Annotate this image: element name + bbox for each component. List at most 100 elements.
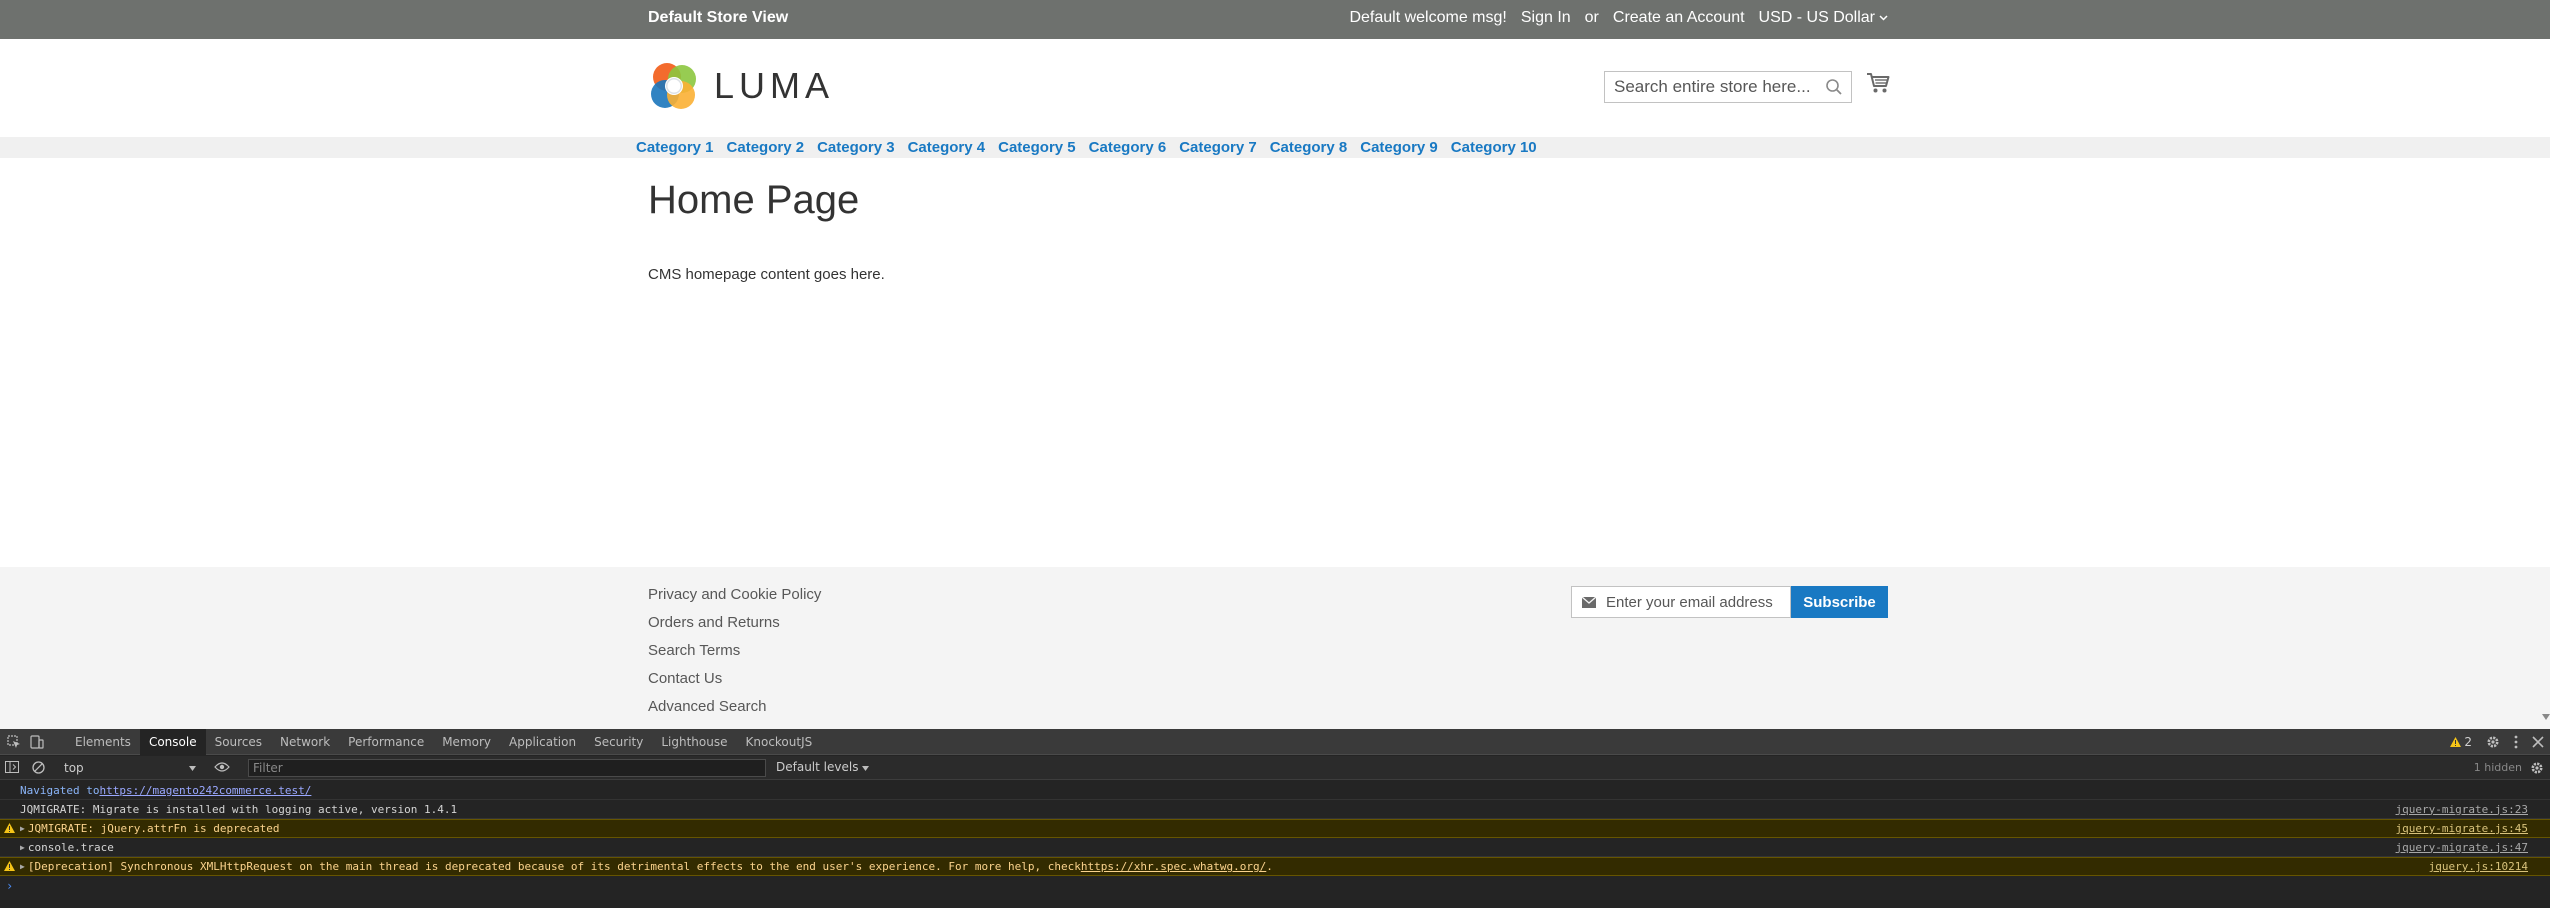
sidebar-toggle-icon[interactable] [5,761,19,773]
devtools-right-controls: 2 [2450,729,2544,755]
console-messages: Navigated to https://magento242commerce.… [0,781,2550,896]
page-scrollbar-arrow-icon[interactable] [2542,712,2550,722]
store-view-label: Default Store View [648,9,789,26]
log-levels-label: Default levels [776,760,859,774]
nav-item-category-2[interactable]: Category 2 [727,139,805,156]
footer-link-orders-returns[interactable]: Orders and Returns [648,613,821,632]
expand-triangle-icon[interactable]: ▶ [20,824,25,833]
source-link[interactable]: jquery-migrate.js:47 [2396,841,2528,854]
warning-badge[interactable]: 2 [2450,735,2472,749]
attrfn-text: JQMIGRATE: jQuery.attrFn is deprecated [27,822,280,835]
context-select[interactable]: top [64,759,200,777]
category-nav-items: Category 1 Category 2 Category 3 Categor… [636,137,1537,158]
source-link[interactable]: jquery-migrate.js:23 [2396,803,2528,816]
welcome-message: Default welcome msg! [1349,9,1507,26]
live-expression-eye-icon[interactable] [214,761,230,773]
caret-down-icon [189,765,196,771]
search-icon[interactable] [1825,78,1843,96]
tab-sources[interactable]: Sources [206,729,271,755]
nav-item-category-9[interactable]: Category 9 [1360,139,1438,156]
newsletter-email-input[interactable] [1606,587,1786,617]
context-value: top [64,761,84,775]
luma-logo[interactable]: LUMA [648,60,834,112]
newsletter-field [1571,586,1791,618]
tab-console[interactable]: Console [139,729,206,755]
settings-gear-icon[interactable] [2486,735,2500,749]
or-text: or [1584,9,1599,26]
mail-icon [1572,596,1606,608]
page-title: Home Page [648,178,860,222]
console-prompt[interactable]: › [0,876,2550,896]
sign-in-link[interactable]: Sign In [1521,9,1571,27]
search-input[interactable] [1605,72,1815,102]
log-levels-dropdown[interactable]: Default levels [776,760,870,774]
navigated-prefix: Navigated to [20,783,100,797]
header-links: Default welcome msg! Sign In or Create a… [1349,9,1888,27]
tab-performance[interactable]: Performance [339,729,433,755]
tab-memory[interactable]: Memory [433,729,500,755]
tab-security[interactable]: Security [585,729,652,755]
search-box [1604,71,1852,103]
tab-application[interactable]: Application [500,729,585,755]
device-toolbar-icon[interactable] [30,735,44,749]
clear-console-icon[interactable] [32,761,45,774]
close-icon[interactable] [2532,736,2544,748]
tab-elements[interactable]: Elements [66,729,140,755]
devtools-tabbar: Elements Console Sources Network Perform… [0,729,2550,755]
trace-text: console.trace [27,840,114,854]
nav-item-category-8[interactable]: Category 8 [1270,139,1348,156]
footer-link-search-terms[interactable]: Search Terms [648,641,821,660]
source-link[interactable]: jquery-migrate.js:45 [2396,822,2528,835]
deprecation-text: [Deprecation] Synchronous XMLHttpRequest… [27,860,1081,873]
nav-item-category-5[interactable]: Category 5 [998,139,1076,156]
footer: Privacy and Cookie Policy Orders and Ret… [0,567,2550,729]
logo-text: LUMA [714,65,835,106]
tab-knockoutjs[interactable]: KnockoutJS [737,729,822,755]
deprecation-end: . [1266,860,1273,873]
console-message-navigated: Navigated to https://magento242commerce.… [0,781,2550,800]
category-nav: Category 1 Category 2 Category 3 Categor… [0,137,2550,158]
subscribe-button[interactable]: Subscribe [1791,586,1888,618]
console-filter-input[interactable] [248,759,766,777]
footer-link-contact[interactable]: Contact Us [648,669,821,688]
footer-link-advanced-search[interactable]: Advanced Search [648,697,821,716]
migrate-text: JQMIGRATE: Migrate is installed with log… [20,802,458,816]
nav-item-category-1[interactable]: Category 1 [636,139,714,156]
cart-icon[interactable] [1866,72,1890,94]
footer-links: Privacy and Cookie Policy Orders and Ret… [648,585,821,716]
navigated-url-link[interactable]: https://magento242commerce.test/ [99,784,311,797]
currency-switcher[interactable]: USD - US Dollar [1759,9,1888,27]
nav-item-category-6[interactable]: Category 6 [1089,139,1167,156]
source-link[interactable]: jquery.js:10214 [2429,860,2528,873]
console-warning-deprecation[interactable]: ▶ [Deprecation] Synchronous XMLHttpReque… [0,857,2550,876]
tab-network[interactable]: Network [271,729,339,755]
warning-count: 2 [2464,735,2472,749]
console-settings-gear-icon[interactable] [2530,761,2544,775]
cms-content: CMS homepage content goes here. [648,266,885,283]
devtools-tabs: Elements Console Sources Network Perform… [66,729,821,755]
currency-label: USD - US Dollar [1758,9,1875,26]
hidden-messages-count: 1 hidden [2473,761,2522,774]
header-panel: Default Store View Default welcome msg! … [0,0,2550,39]
nav-item-category-7[interactable]: Category 7 [1179,139,1257,156]
expand-triangle-icon[interactable]: ▶ [20,843,25,852]
create-account-link[interactable]: Create an Account [1613,9,1745,27]
deprecation-help-link[interactable]: https://xhr.spec.whatwg.org/ [1081,860,1266,873]
nav-item-category-10[interactable]: Category 10 [1451,139,1537,156]
nav-item-category-3[interactable]: Category 3 [817,139,895,156]
console-message-migrate: JQMIGRATE: Migrate is installed with log… [0,800,2550,819]
console-message-trace[interactable]: ▶ console.trace jquery-migrate.js:47 [0,838,2550,857]
devtools-panel: Elements Console Sources Network Perform… [0,729,2550,908]
more-options-icon[interactable] [2514,735,2518,749]
console-warning-attrfn[interactable]: ▶ JQMIGRATE: jQuery.attrFn is deprecated… [0,819,2550,838]
warning-icon [2450,737,2462,747]
header-panel-inner: Default Store View Default welcome msg! … [648,0,1888,39]
luma-logo-icon [651,63,696,109]
nav-item-category-4[interactable]: Category 4 [908,139,986,156]
chevron-down-icon [1879,15,1888,21]
footer-link-privacy[interactable]: Privacy and Cookie Policy [648,585,821,604]
warning-icon [4,823,15,833]
inspect-element-icon[interactable] [7,735,21,749]
tab-lighthouse[interactable]: Lighthouse [652,729,736,755]
expand-triangle-icon[interactable]: ▶ [20,862,25,871]
